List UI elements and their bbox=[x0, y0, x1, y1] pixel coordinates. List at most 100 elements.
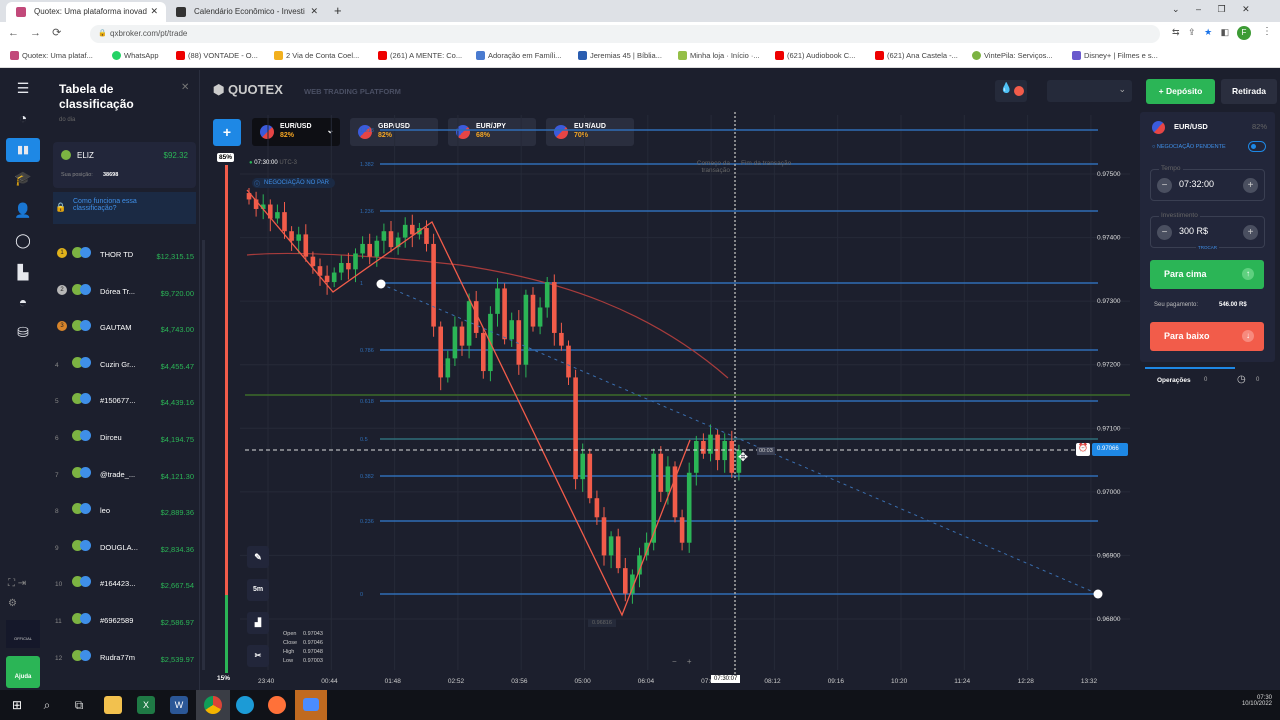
fib-anchor-handle bbox=[376, 279, 386, 289]
candle bbox=[544, 282, 550, 308]
sentiment-down-pct: 15% bbox=[217, 675, 231, 682]
fib-level-label: 1.618 bbox=[360, 128, 374, 134]
cursor-time-label: 07:30:07 bbox=[711, 675, 741, 683]
candle bbox=[601, 517, 607, 556]
investment-field[interactable]: Investimento − 300 R$ + TROCAR bbox=[1150, 212, 1265, 250]
crosshair-cursor-icon: ✥ bbox=[738, 450, 748, 464]
invest-increment-button[interactable]: + bbox=[1243, 225, 1258, 240]
current-price-label: 0.97066 bbox=[1092, 443, 1128, 456]
price-tick: 0.97500 bbox=[1097, 171, 1121, 178]
candle bbox=[530, 294, 536, 327]
time-decrement-button[interactable]: − bbox=[1157, 178, 1172, 193]
price-tick: 0.97200 bbox=[1097, 362, 1121, 369]
candle bbox=[381, 231, 387, 241]
price-tick: 0.96900 bbox=[1097, 552, 1121, 559]
chart-type-button[interactable]: ▟ bbox=[247, 612, 269, 634]
payout-value: 546.00 R$ bbox=[1219, 302, 1247, 308]
word-icon[interactable]: W bbox=[170, 696, 188, 714]
candle bbox=[523, 294, 529, 365]
candle bbox=[459, 326, 465, 346]
excel-icon[interactable]: X bbox=[137, 696, 155, 714]
candle bbox=[559, 332, 564, 346]
sentiment-bar-down bbox=[225, 595, 228, 673]
pending-trade-badge[interactable]: ⓘ NEGOCIAÇÃO NO PAR bbox=[252, 178, 335, 188]
tab-operations[interactable]: Operações bbox=[1157, 377, 1191, 384]
switch-currency-link[interactable]: TROCAR bbox=[1196, 245, 1219, 250]
investment-value[interactable]: 300 R$ bbox=[1179, 226, 1208, 236]
server-time: ● 07:30:00 UTC-3 bbox=[249, 160, 297, 166]
pending-trade-toggle-label[interactable]: ○ NEGOCIAÇÃO PENDENTE bbox=[1152, 144, 1226, 150]
candle bbox=[331, 272, 337, 283]
time-field[interactable]: Tempo − 07:32:00 + bbox=[1150, 165, 1265, 201]
time-tick: 12:28 bbox=[1018, 678, 1035, 685]
price-alert-icon[interactable]: ⏰ bbox=[1076, 443, 1090, 456]
chrome-taskbar-button[interactable] bbox=[196, 690, 230, 720]
time-tick: 13:32 bbox=[1081, 678, 1098, 685]
windows-start-icon[interactable]: ⊞ bbox=[8, 696, 26, 714]
fib-level-label: 0.5 bbox=[360, 437, 368, 443]
candle bbox=[289, 231, 294, 241]
file-explorer-icon[interactable] bbox=[104, 696, 122, 714]
candle bbox=[445, 358, 451, 378]
candle bbox=[466, 301, 472, 346]
low-marker-label: 0.96816 bbox=[588, 619, 616, 627]
candle bbox=[275, 212, 280, 219]
candle bbox=[438, 326, 443, 378]
zoom-controls[interactable]: − + bbox=[672, 657, 692, 666]
time-value[interactable]: 07:32:00 bbox=[1179, 179, 1214, 189]
pending-trade-toggle[interactable] bbox=[1248, 141, 1266, 152]
trade-end-label: Fim da transação bbox=[741, 160, 792, 167]
indicators-button[interactable]: ✂ bbox=[247, 645, 269, 667]
candle bbox=[729, 440, 735, 473]
candle bbox=[537, 307, 543, 327]
time-tick: 23:40 bbox=[258, 678, 275, 685]
put-down-button[interactable]: Para baixo ↓ bbox=[1150, 322, 1264, 351]
sentiment-bar-up bbox=[225, 165, 228, 595]
candle bbox=[431, 243, 436, 327]
candle bbox=[722, 440, 727, 461]
candle bbox=[388, 231, 394, 248]
deposit-button[interactable]: + Depósito bbox=[1146, 79, 1215, 104]
call-up-button[interactable]: Para cima ↑ bbox=[1150, 260, 1264, 289]
candle bbox=[303, 234, 309, 257]
invest-decrement-button[interactable]: − bbox=[1157, 225, 1172, 240]
candle bbox=[608, 536, 614, 556]
fib-level-label: 0.382 bbox=[360, 474, 374, 480]
candle bbox=[679, 517, 685, 543]
fib-level-label: 0 bbox=[360, 592, 363, 598]
zoom-icon bbox=[303, 698, 319, 711]
operations-tab-indicator bbox=[1145, 367, 1235, 369]
candle bbox=[296, 234, 301, 241]
price-tick: 0.97000 bbox=[1097, 489, 1121, 496]
candle bbox=[502, 288, 507, 340]
candle bbox=[346, 262, 351, 270]
task-view-icon[interactable]: ⧉ bbox=[70, 696, 88, 714]
ohlc-info: Open 0.97043 Close 0.97046 High 0.97048 Low… bbox=[283, 631, 323, 664]
price-tick: 0.97100 bbox=[1097, 425, 1121, 432]
candle bbox=[452, 326, 458, 359]
price-tick: 0.97400 bbox=[1097, 235, 1121, 242]
history-icon[interactable]: ◷ bbox=[1237, 374, 1246, 385]
candle bbox=[402, 224, 408, 238]
fib-anchor-handle bbox=[1093, 589, 1103, 599]
candle bbox=[509, 320, 514, 340]
candle bbox=[694, 440, 699, 473]
candle bbox=[481, 332, 486, 372]
operations-count: 0 bbox=[1204, 377, 1208, 383]
search-icon[interactable]: ⌕ bbox=[38, 696, 56, 714]
zoom-taskbar-button[interactable] bbox=[295, 690, 327, 720]
timeframe-button[interactable]: 5m bbox=[247, 579, 269, 601]
time-tick: 08:12 bbox=[764, 678, 781, 685]
candle bbox=[339, 262, 344, 273]
price-chart[interactable]: 0.97500 0.97400 0.97300 0.97200 0.97100 0.970… bbox=[0, 0, 1280, 720]
time-increment-button[interactable]: + bbox=[1243, 178, 1258, 193]
edge-icon[interactable] bbox=[236, 696, 254, 714]
info-icon: ⓘ bbox=[254, 182, 261, 188]
candle bbox=[615, 536, 621, 569]
draw-tool-button[interactable]: ✎ bbox=[247, 546, 269, 568]
arrow-down-icon: ↓ bbox=[1242, 330, 1254, 342]
sentiment-up-pct: 85% bbox=[217, 153, 235, 162]
firefox-icon[interactable] bbox=[268, 696, 286, 714]
withdraw-button[interactable]: Retirada bbox=[1221, 79, 1277, 104]
candle bbox=[708, 434, 713, 454]
